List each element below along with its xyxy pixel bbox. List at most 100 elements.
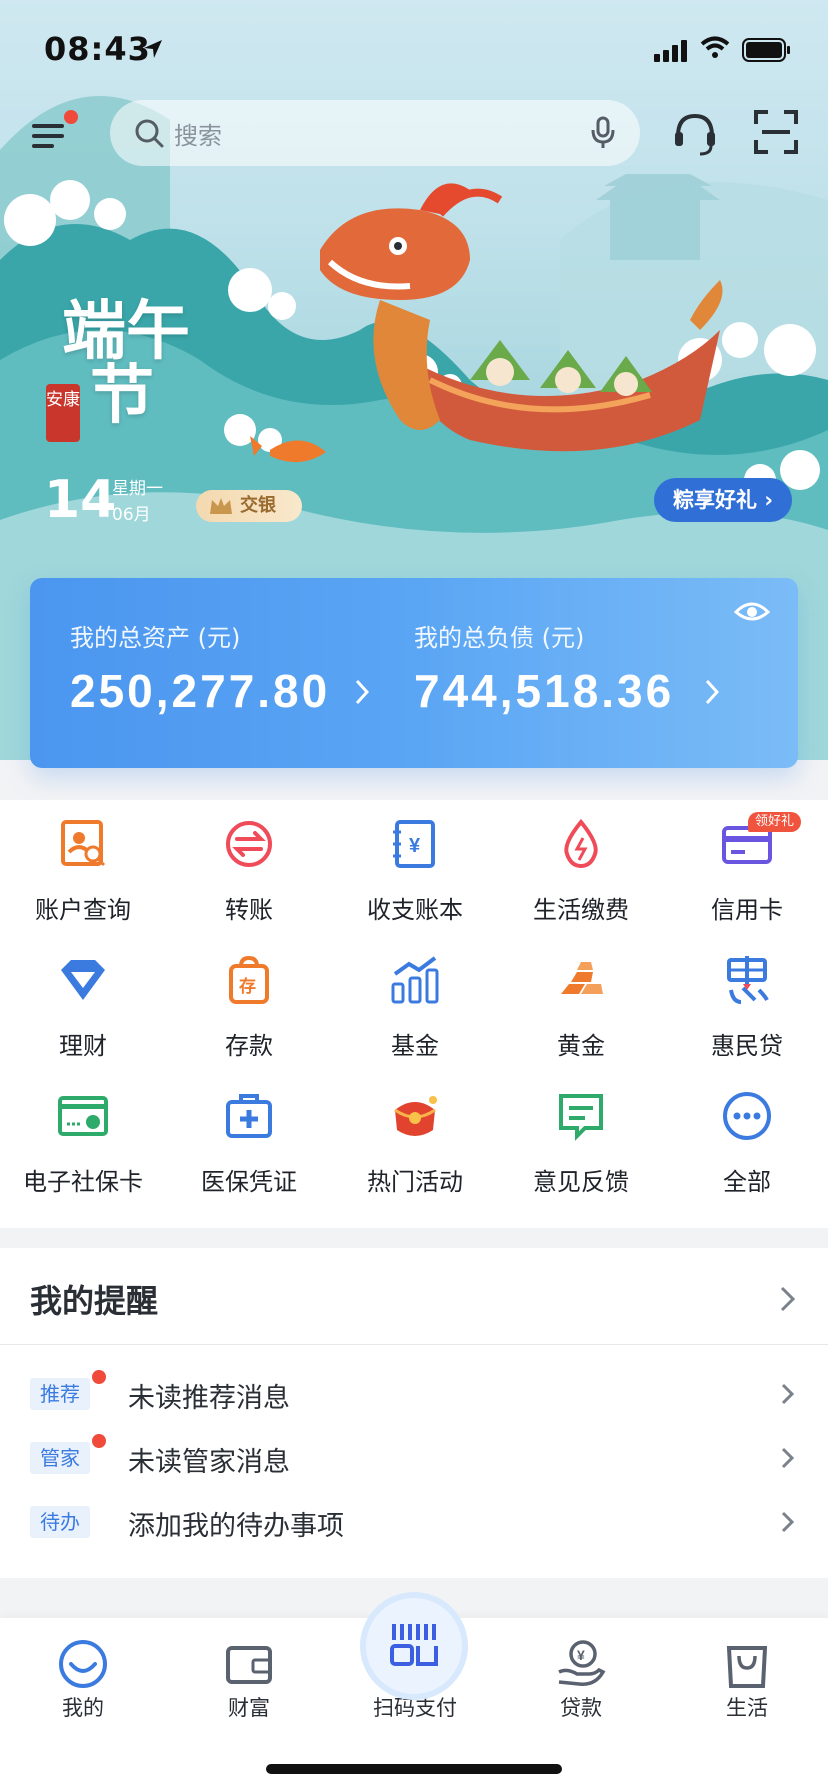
- zongzi-gift-promo-button[interactable]: 粽享好礼 ›: [654, 478, 792, 522]
- customer-service-headset-icon[interactable]: [670, 108, 720, 158]
- reminder-tag: 推荐: [30, 1378, 90, 1410]
- location-arrow-icon: [144, 40, 162, 58]
- battery-icon: [742, 38, 790, 62]
- reminder-text: 未读管家消息: [128, 1447, 290, 1478]
- grid-label: 黄金: [557, 1032, 605, 1060]
- grid-item-bill-pay[interactable]: 生活缴费: [498, 800, 664, 930]
- svg-text:¥: ¥: [409, 835, 421, 857]
- search-input[interactable]: 搜索: [110, 100, 640, 166]
- total-liabilities-label: 我的总负债 (元): [414, 624, 585, 652]
- menu-notification-dot: [64, 110, 78, 124]
- grid-label: 存款: [225, 1032, 273, 1060]
- social-security-card-icon: [58, 1096, 108, 1136]
- grid-item-transfer[interactable]: 转账: [166, 800, 332, 930]
- tab-life[interactable]: 生活: [664, 1618, 828, 1738]
- grid-item-hui-loan[interactable]: 惠民贷: [664, 936, 828, 1066]
- tab-label: 贷款: [560, 1696, 602, 1720]
- tab-label: 财富: [228, 1696, 270, 1720]
- credit-card-gift-badge: 领好礼: [748, 812, 802, 832]
- date-day: 14: [44, 470, 117, 530]
- grid-item-wealth[interactable]: 理财: [0, 936, 166, 1066]
- total-assets-label: 我的总资产 (元): [70, 624, 241, 652]
- wifi-icon: [700, 36, 730, 58]
- grid-item-all[interactable]: 全部: [664, 1072, 828, 1202]
- status-bar: 08:43: [0, 0, 828, 100]
- feedback-icon: [559, 1094, 603, 1141]
- all-more-icon: [723, 1092, 771, 1140]
- grid-label: 医保凭证: [201, 1168, 297, 1196]
- grid-label: 全部: [723, 1168, 771, 1196]
- grid-label: 信用卡: [711, 896, 783, 924]
- fund-chart-icon: [391, 956, 439, 1004]
- top-bar: 搜索: [0, 100, 828, 166]
- smile-face-icon: [59, 1640, 107, 1688]
- loan-hand-icon: ¥: [558, 1640, 606, 1686]
- tab-loan[interactable]: ¥ 贷款: [498, 1618, 664, 1738]
- chevron-right-icon: [781, 1383, 795, 1405]
- reminder-tag: 管家: [30, 1442, 90, 1474]
- grid-item-hot-activity[interactable]: 热门活动: [332, 1072, 498, 1202]
- medical-insurance-icon: [226, 1094, 272, 1138]
- total-assets-value: 250,277.80: [70, 665, 331, 717]
- shopping-bag-icon: [726, 1646, 768, 1688]
- microphone-icon[interactable]: [590, 116, 616, 150]
- chevron-right-icon: [705, 679, 720, 705]
- reminders-title: 我的提醒: [30, 1282, 159, 1320]
- grid-label: 意见反馈: [533, 1168, 629, 1196]
- home-indicator: [266, 1764, 562, 1774]
- reminder-tag: 待办: [30, 1506, 90, 1538]
- grid-item-account-query[interactable]: 账户查询: [0, 800, 166, 930]
- chevron-right-icon: [781, 1447, 795, 1469]
- grid-label: 惠民贷: [711, 1032, 783, 1060]
- unread-dot: [92, 1370, 106, 1384]
- grid-item-medical-insurance[interactable]: 医保凭证: [166, 1072, 332, 1202]
- search-placeholder: 搜索: [174, 122, 222, 150]
- grid-label: 账户查询: [35, 896, 131, 924]
- asset-summary-card: 我的总资产 (元) 250,277.80 我的总负债 (元) 744,518.3…: [30, 578, 798, 768]
- divider: [0, 1344, 828, 1345]
- unread-dot: [92, 1434, 106, 1448]
- total-liabilities-value: 744,518.36: [414, 665, 675, 717]
- ankang-seal: 安康: [46, 384, 80, 442]
- wealth-diamond-icon: [61, 960, 105, 1000]
- date-month: 06月: [112, 505, 151, 525]
- grid-item-credit-card[interactable]: 信用卡: [664, 800, 828, 930]
- scan-icon[interactable]: [752, 108, 800, 156]
- account-query-icon: [61, 820, 106, 867]
- grid-item-fund[interactable]: 基金: [332, 936, 498, 1066]
- festival-title-line1: 端午: [62, 294, 190, 369]
- scan-pay-icon: [390, 1624, 438, 1666]
- grid-item-feedback[interactable]: 意见反馈: [498, 1072, 664, 1202]
- grid-label: 基金: [391, 1032, 439, 1060]
- reminder-text: 添加我的待办事项: [128, 1511, 344, 1542]
- gold-bars-icon: [561, 962, 603, 994]
- ledger-icon: ¥: [393, 820, 435, 868]
- eye-visibility-icon[interactable]: [734, 598, 770, 624]
- grid-label: 转账: [225, 896, 273, 924]
- chevron-right-icon[interactable]: [778, 1284, 798, 1314]
- transfer-icon: [226, 821, 272, 867]
- reminder-row-butler[interactable]: 管家 未读管家消息: [0, 1426, 828, 1490]
- status-time: 08:43: [44, 30, 151, 68]
- bill-pay-icon: [564, 818, 598, 869]
- svg-text:存: 存: [239, 976, 256, 997]
- reminder-row-recommend[interactable]: 推荐 未读推荐消息: [0, 1362, 828, 1426]
- my-reminders-section: 我的提醒 推荐 未读推荐消息 管家 未读管家消息 待办 添加我的待办事项: [0, 1248, 828, 1578]
- chevron-right-icon: [355, 679, 370, 705]
- grid-item-ledger[interactable]: ¥ 收支账本: [332, 800, 498, 930]
- reminder-row-todo[interactable]: 待办 添加我的待办事项: [0, 1490, 828, 1554]
- tab-wealth[interactable]: 财富: [166, 1618, 332, 1738]
- loan-hui-icon: [727, 956, 769, 1004]
- grid-item-deposit[interactable]: 存 存款: [166, 936, 332, 1066]
- scan-pay-button[interactable]: [360, 1592, 468, 1700]
- grid-item-gold[interactable]: 黄金: [498, 936, 664, 1066]
- tab-mine[interactable]: 我的: [0, 1618, 166, 1738]
- deposit-icon: 存: [229, 955, 269, 1004]
- reminder-text: 未读推荐消息: [128, 1383, 290, 1414]
- tab-label: 生活: [726, 1696, 768, 1720]
- grid-label: 电子社保卡: [23, 1168, 143, 1196]
- tab-label: 我的: [62, 1696, 104, 1720]
- quick-service-grid: 账户查询 转账 ¥ 收支账本 生活缴费 信用卡 理财 存 存款 基金 黄金 惠民…: [0, 800, 828, 1228]
- grid-label: 理财: [59, 1032, 107, 1060]
- grid-item-social-security-card[interactable]: 电子社保卡: [0, 1072, 166, 1202]
